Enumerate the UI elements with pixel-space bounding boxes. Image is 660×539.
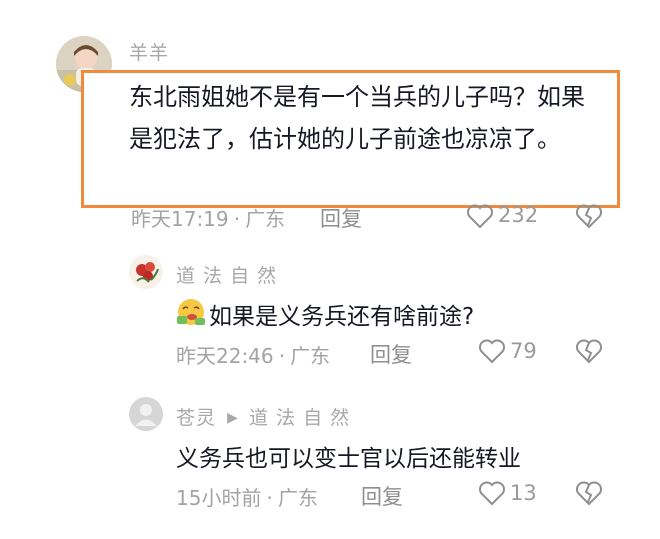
comment-3-time: 15小时前 — [176, 486, 262, 510]
comment-1-reply-button[interactable]: 回复 — [320, 203, 362, 231]
broken-heart-icon — [576, 204, 602, 229]
comment-1-time: 昨天17:19 — [131, 207, 229, 231]
comment-1-location: 广东 — [245, 207, 286, 231]
comment-2-like-count: 79 — [510, 339, 537, 363]
comment-3-like-count: 13 — [510, 481, 537, 505]
comment-3-text: 义务兵也可以变士官以后还能转业 — [176, 446, 521, 472]
reply-arrow-icon: ▶ — [227, 410, 238, 426]
comment-1-like-button[interactable] — [466, 203, 494, 229]
default-user-avatar — [129, 397, 163, 431]
avatar-comment-3[interactable] — [129, 397, 163, 431]
comment-1-text: 东北雨姐她不是有一个当兵的儿子吗？如果是犯法了，估计她的儿子前途也凉凉了。 — [129, 83, 585, 153]
broken-heart-icon — [576, 481, 602, 506]
comment-1-like-count: 232 — [498, 203, 539, 227]
avatar-comment-2[interactable] — [129, 255, 163, 289]
comment-3-username[interactable]: 苍灵 — [176, 407, 216, 429]
comment-3-reply-button[interactable]: 回复 — [361, 481, 403, 511]
meta-separator: · — [266, 486, 273, 510]
comment-2-dislike-button[interactable] — [575, 338, 603, 364]
comment-2-like-button[interactable] — [478, 338, 506, 364]
heart-icon — [479, 339, 505, 364]
comment-1-dislike-button[interactable] — [575, 203, 603, 229]
comment-3-like-button[interactable] — [478, 480, 506, 506]
flower-avatar — [129, 255, 163, 289]
meta-separator: · — [233, 207, 241, 231]
comment-1-username[interactable]: 羊羊 — [129, 38, 169, 65]
broken-heart-icon — [576, 339, 602, 364]
comment-2-meta: 昨天22:46 · 广东 — [176, 340, 330, 369]
comment-3-dislike-button[interactable] — [575, 480, 603, 506]
comment-3-reply-to[interactable]: 道 法 自 然 — [249, 407, 350, 429]
comment-3-meta: 15小时前 · 广东 — [176, 482, 318, 511]
comment-1-meta: 昨天17:19 · 广东 — [131, 203, 331, 231]
comment-2-time: 昨天22:46 — [176, 344, 274, 368]
heart-icon — [467, 204, 493, 229]
comment-2-username[interactable]: 道 法 自 然 — [176, 261, 277, 288]
comment-3-location: 广东 — [278, 486, 318, 510]
comment-3-header: 苍灵 ▶ 道 法 自 然 — [176, 403, 350, 430]
comment-2-text: 如果是义务兵还有啥前途? — [209, 304, 475, 330]
meta-separator: · — [278, 344, 286, 368]
comment-2-location: 广东 — [290, 344, 331, 368]
comment-2-reply-button[interactable]: 回复 — [370, 339, 412, 369]
heart-icon — [479, 481, 505, 506]
money-mouth-emoji-icon — [175, 296, 207, 328]
